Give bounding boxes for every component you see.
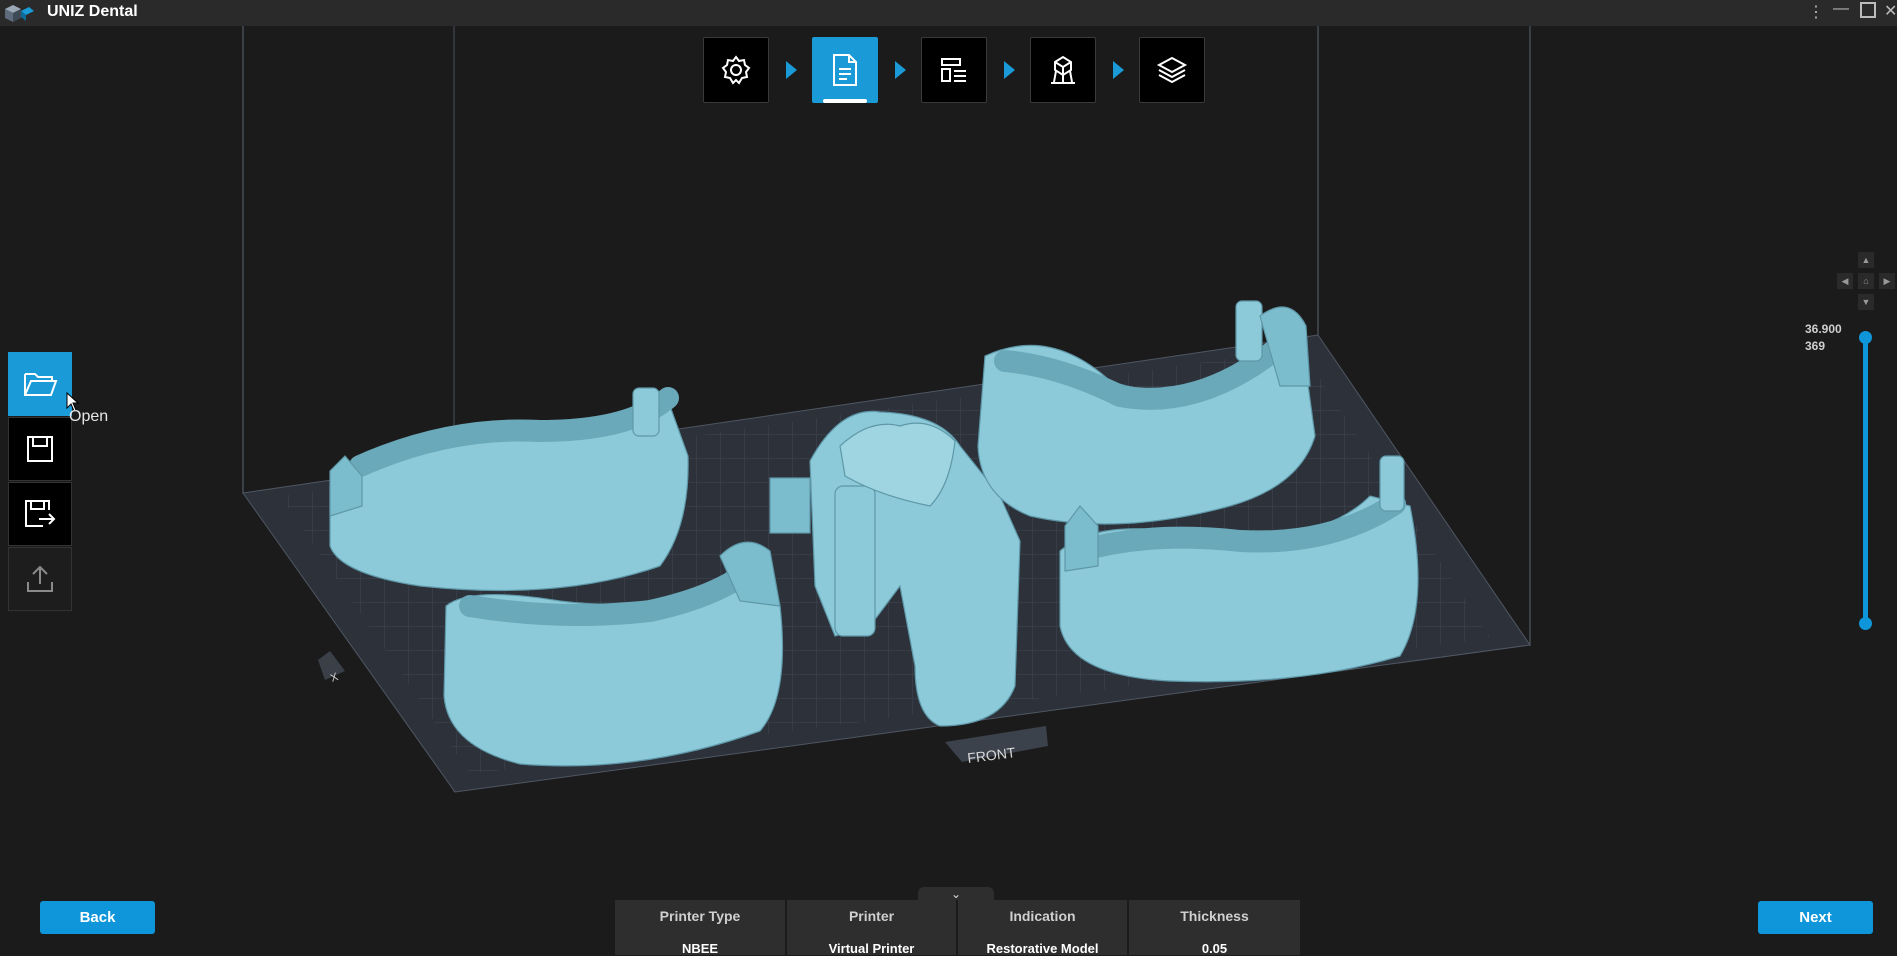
layer-slider-bottom-handle[interactable] <box>1859 617 1872 630</box>
layers-icon <box>1156 56 1188 84</box>
step-arrow <box>1004 61 1015 79</box>
maximize-icon[interactable] <box>1860 2 1876 18</box>
layer-number-value: 369 <box>1805 339 1826 353</box>
support-icon <box>1051 55 1075 84</box>
info-cell-indication: Indication Restorative Model <box>958 900 1129 956</box>
minimize-icon[interactable]: — <box>1833 0 1849 18</box>
info-header: Printer Type <box>659 908 741 924</box>
save-as-button[interactable] <box>8 482 72 546</box>
close-icon[interactable]: ✕ <box>1884 1 1897 21</box>
info-header: Indication <box>1009 908 1076 924</box>
app-logo-icon <box>5 5 34 22</box>
scene-canvas[interactable]: FRONT X <box>0 26 1897 955</box>
info-value: NBEE <box>681 941 719 956</box>
printer-info-table: Printer Type NBEE Printer Virtual Printe… <box>615 900 1300 956</box>
info-header: Printer <box>848 908 895 924</box>
info-cell-thickness: Thickness 0.05 <box>1129 900 1300 956</box>
viewport-3d[interactable]: FRONT X <box>0 26 1897 955</box>
more-menu-icon[interactable]: ⋮ <box>1808 2 1824 22</box>
chevron-down-icon: ⌄ <box>950 887 962 901</box>
open-button[interactable] <box>8 352 72 416</box>
next-button[interactable]: Next <box>1758 901 1873 934</box>
save-as-icon <box>25 500 56 527</box>
document-icon <box>833 54 857 86</box>
info-cell-printer: Printer Virtual Printer <box>787 900 958 956</box>
back-button[interactable]: Back <box>40 901 155 934</box>
info-value: Restorative Model <box>986 941 1099 956</box>
step-support[interactable] <box>1030 37 1096 103</box>
layer-height-value: 36.900 <box>1805 322 1842 336</box>
info-header: Thickness <box>1180 908 1249 924</box>
open-tooltip: Open <box>69 408 109 425</box>
gear-icon <box>721 55 751 85</box>
view-down-icon[interactable]: ▼ <box>1858 294 1874 310</box>
step-arrow <box>1113 61 1124 79</box>
save-icon <box>27 436 53 462</box>
info-value: 0.05 <box>1201 941 1228 956</box>
export-button[interactable] <box>8 547 72 611</box>
step-arrow <box>786 61 797 79</box>
app-title: UNIZ Dental <box>47 3 138 20</box>
view-left-icon[interactable]: ◀ <box>1837 273 1853 289</box>
folder-open-icon <box>24 373 58 396</box>
step-settings[interactable] <box>703 37 769 103</box>
layer-slider-track[interactable] <box>1863 337 1868 623</box>
view-home-icon[interactable]: ⌂ <box>1858 273 1874 289</box>
view-up-icon[interactable]: ▲ <box>1858 252 1874 268</box>
save-button[interactable] <box>8 417 72 481</box>
title-bar: UNIZ Dental ⋮ — ✕ <box>0 0 1897 26</box>
info-cell-printer-type: Printer Type NBEE <box>615 900 787 956</box>
view-right-icon[interactable]: ▶ <box>1879 273 1895 289</box>
upload-icon <box>27 565 53 592</box>
step-arrow <box>895 61 906 79</box>
info-value: Virtual Printer <box>828 941 915 956</box>
layout-icon <box>941 58 966 82</box>
step-slice[interactable] <box>1139 37 1205 103</box>
layer-slider-top-handle[interactable] <box>1859 331 1872 344</box>
step-file[interactable] <box>812 37 878 103</box>
step-layout[interactable] <box>921 37 987 103</box>
collapse-panel-button[interactable]: ⌄ <box>918 887 994 901</box>
